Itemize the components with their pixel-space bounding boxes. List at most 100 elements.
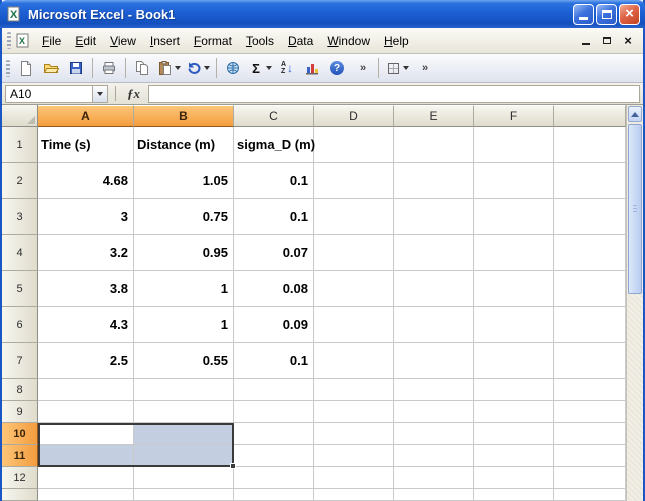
- cell-D12[interactable]: [314, 467, 394, 489]
- cell-F2[interactable]: [474, 163, 554, 199]
- row-header-4[interactable]: 4: [2, 235, 38, 271]
- row-header-12[interactable]: 12: [2, 467, 38, 489]
- row-header-5[interactable]: 5: [2, 271, 38, 307]
- cell-offscreen[interactable]: [554, 343, 626, 379]
- cell-B7[interactable]: 0.55: [134, 343, 234, 379]
- cell-offscreen[interactable]: [314, 489, 394, 501]
- cell-D6[interactable]: [314, 307, 394, 343]
- menu-window[interactable]: Window: [320, 30, 377, 52]
- row-header-10[interactable]: 10: [2, 423, 38, 445]
- column-header-partial[interactable]: [554, 105, 626, 127]
- cell-offscreen[interactable]: [554, 489, 626, 501]
- cell-C12[interactable]: [234, 467, 314, 489]
- toolbar-sort-ascending-button[interactable]: AZ↓: [275, 56, 299, 80]
- cell-D7[interactable]: [314, 343, 394, 379]
- toolbar-grip[interactable]: [6, 60, 10, 77]
- menu-data[interactable]: Data: [281, 30, 320, 52]
- column-header-D[interactable]: D: [314, 105, 394, 127]
- cell-offscreen[interactable]: [554, 307, 626, 343]
- cell-offscreen[interactable]: [134, 489, 234, 501]
- cell-D2[interactable]: [314, 163, 394, 199]
- toolbar-copy-button[interactable]: [130, 56, 154, 80]
- fill-handle[interactable]: [230, 463, 236, 469]
- cell-B11[interactable]: [134, 445, 234, 467]
- cell-F7[interactable]: [474, 343, 554, 379]
- cell-E2[interactable]: [394, 163, 474, 199]
- cell-F4[interactable]: [474, 235, 554, 271]
- cell-B10[interactable]: [134, 423, 234, 445]
- cell-offscreen[interactable]: [554, 445, 626, 467]
- cell-B12[interactable]: [134, 467, 234, 489]
- cell-B3[interactable]: 0.75: [134, 199, 234, 235]
- cell-E11[interactable]: [394, 445, 474, 467]
- column-header-B[interactable]: B: [134, 105, 234, 127]
- menubar-grip[interactable]: [7, 32, 11, 49]
- cell-C11[interactable]: [234, 445, 314, 467]
- cell-D5[interactable]: [314, 271, 394, 307]
- menu-view[interactable]: View: [103, 30, 143, 52]
- cell-A6[interactable]: 4.3: [38, 307, 134, 343]
- cell-B9[interactable]: [134, 401, 234, 423]
- menu-edit[interactable]: Edit: [68, 30, 103, 52]
- toolbar-open-button[interactable]: [39, 56, 63, 80]
- menu-file[interactable]: File: [35, 30, 68, 52]
- column-header-A[interactable]: A: [38, 105, 134, 127]
- cell-E12[interactable]: [394, 467, 474, 489]
- cell-offscreen[interactable]: [474, 489, 554, 501]
- cell-offscreen[interactable]: [234, 489, 314, 501]
- menu-insert[interactable]: Insert: [143, 30, 187, 52]
- cell-D1[interactable]: [314, 127, 394, 163]
- cell-B6[interactable]: 1: [134, 307, 234, 343]
- toolbar-overflow-button[interactable]: »: [350, 56, 374, 80]
- row-header-6[interactable]: 6: [2, 307, 38, 343]
- cell-E10[interactable]: [394, 423, 474, 445]
- workbook-close-button[interactable]: [620, 33, 636, 48]
- cell-E4[interactable]: [394, 235, 474, 271]
- cell-A4[interactable]: 3.2: [38, 235, 134, 271]
- toolbar-new-document-button[interactable]: [14, 56, 38, 80]
- toolbar-print-button[interactable]: [97, 56, 121, 80]
- cell-F1[interactable]: [474, 127, 554, 163]
- cell-offscreen[interactable]: [554, 199, 626, 235]
- row-header-7[interactable]: 7: [2, 343, 38, 379]
- toolbar-hyperlink-button[interactable]: [221, 56, 245, 80]
- workbook-icon[interactable]: X: [15, 33, 33, 49]
- cell-F10[interactable]: [474, 423, 554, 445]
- scroll-up-button[interactable]: [628, 106, 642, 122]
- row-header-3[interactable]: 3: [2, 199, 38, 235]
- cell-D3[interactable]: [314, 199, 394, 235]
- cell-D4[interactable]: [314, 235, 394, 271]
- cell-C3[interactable]: 0.1: [234, 199, 314, 235]
- cell-C5[interactable]: 0.08: [234, 271, 314, 307]
- cell-E3[interactable]: [394, 199, 474, 235]
- row-header-2[interactable]: 2: [2, 163, 38, 199]
- toolbar-help-button[interactable]: ?: [325, 56, 349, 80]
- cell-F11[interactable]: [474, 445, 554, 467]
- cell-C10[interactable]: [234, 423, 314, 445]
- cell-A3[interactable]: 3: [38, 199, 134, 235]
- cell-B8[interactable]: [134, 379, 234, 401]
- cell-D11[interactable]: [314, 445, 394, 467]
- menu-help[interactable]: Help: [377, 30, 416, 52]
- toolbar-undo-button[interactable]: [184, 56, 212, 80]
- cell-C6[interactable]: 0.09: [234, 307, 314, 343]
- cell-E8[interactable]: [394, 379, 474, 401]
- column-header-C[interactable]: C: [234, 105, 314, 127]
- cell-A9[interactable]: [38, 401, 134, 423]
- row-header-9[interactable]: 9: [2, 401, 38, 423]
- cell-C7[interactable]: 0.1: [234, 343, 314, 379]
- cell-offscreen[interactable]: [554, 423, 626, 445]
- toolbar-paste-button[interactable]: [155, 56, 183, 80]
- menu-tools[interactable]: Tools: [239, 30, 281, 52]
- cell-A11[interactable]: [38, 445, 134, 467]
- name-box[interactable]: A10: [5, 85, 93, 103]
- row-header-11[interactable]: 11: [2, 445, 38, 467]
- cell-F9[interactable]: [474, 401, 554, 423]
- cell-A5[interactable]: 3.8: [38, 271, 134, 307]
- cell-A10[interactable]: [38, 423, 134, 445]
- cell-A2[interactable]: 4.68: [38, 163, 134, 199]
- cell-D8[interactable]: [314, 379, 394, 401]
- toolbar-save-button[interactable]: [64, 56, 88, 80]
- cell-A12[interactable]: [38, 467, 134, 489]
- formula-input[interactable]: [148, 85, 640, 103]
